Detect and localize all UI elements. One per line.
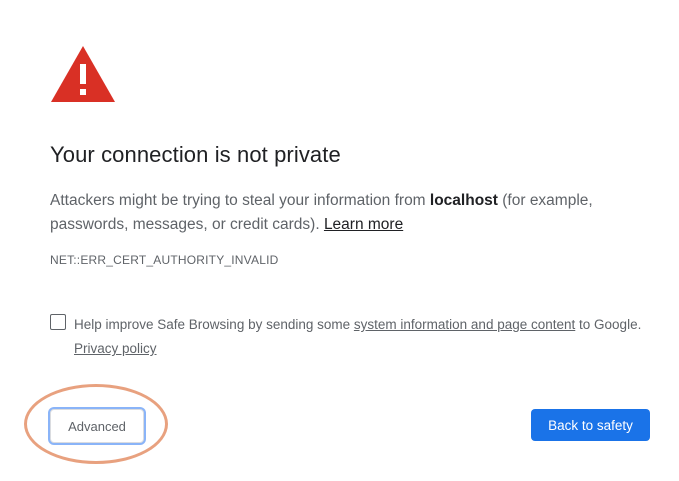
safe-browsing-checkbox[interactable] [50,314,66,330]
back-to-safety-button[interactable]: Back to safety [531,409,650,441]
warning-triangle-icon [51,46,115,102]
page-title: Your connection is not private [50,142,341,167]
error-code: NET::ERR_CERT_AUTHORITY_INVALID [50,253,279,267]
message-text: Attackers might be trying to steal your … [50,192,430,209]
safe-browsing-text-end: to Google. [575,317,642,332]
warning-message: Attackers might be trying to steal your … [50,189,630,237]
host-name: localhost [429,192,498,209]
advanced-button[interactable]: Advanced [50,409,144,443]
system-info-link[interactable]: system information and page content [354,317,575,332]
interstitial-page: Your connection is not private Attackers… [0,0,679,481]
safe-browsing-text: Help improve Safe Browsing by sending so… [74,317,354,332]
learn-more-link[interactable]: Learn more [324,216,403,233]
safe-browsing-label: Help improve Safe Browsing by sending so… [74,313,664,361]
privacy-policy-link[interactable]: Privacy policy [74,341,157,356]
